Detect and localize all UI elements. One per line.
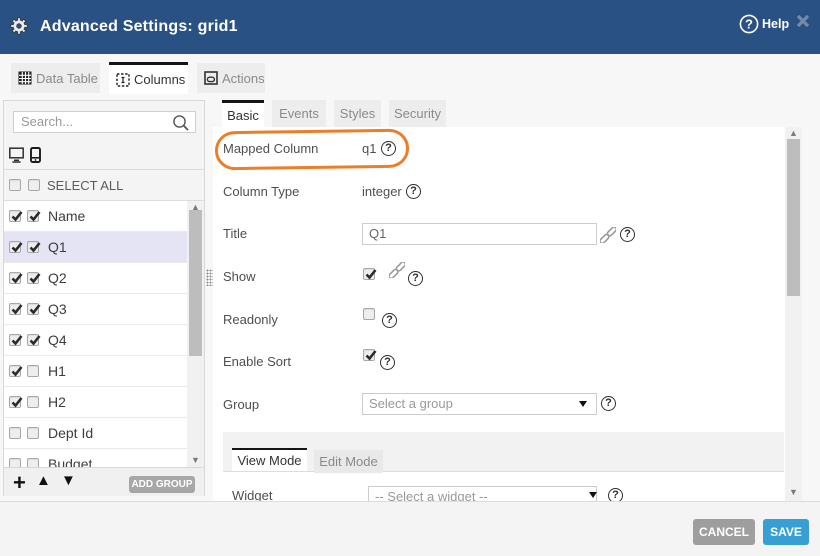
svg-text:?: ? bbox=[745, 17, 753, 32]
